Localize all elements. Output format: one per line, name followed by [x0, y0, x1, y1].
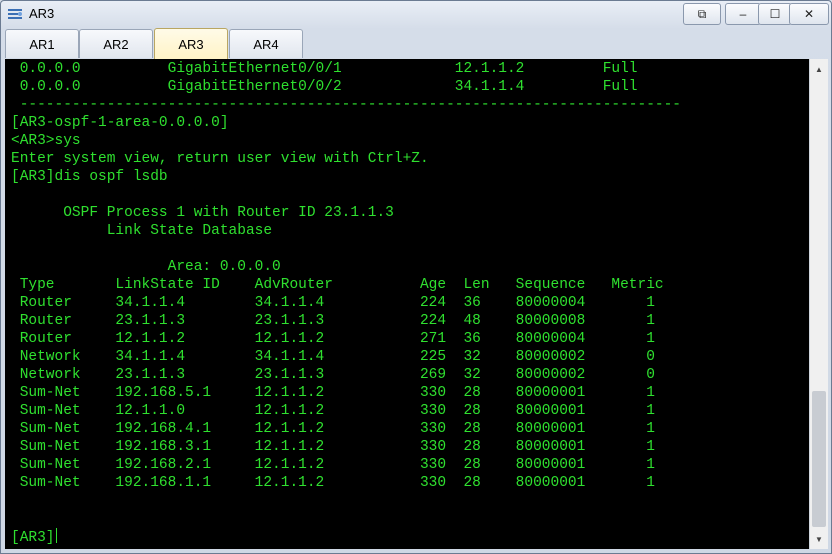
scroll-up-icon[interactable]: ▲: [812, 62, 826, 76]
vertical-scrollbar[interactable]: ▲ ▼: [809, 59, 828, 549]
tab-ar4[interactable]: AR4: [229, 29, 303, 58]
tab-ar3[interactable]: AR3: [154, 28, 228, 59]
restore-window-button[interactable]: ⧉: [683, 3, 721, 25]
scroll-thumb[interactable]: [812, 391, 826, 527]
scroll-down-icon[interactable]: ▼: [812, 532, 826, 546]
device-tab-bar: AR1 AR2 AR3 AR4: [5, 28, 827, 59]
terminal-line: Network 34.1.1.4 34.1.1.4 225 32 8000000…: [11, 349, 655, 365]
terminal-line: [AR3-ospf-1-area-0.0.0.0]: [11, 115, 229, 131]
terminal-line: Network 23.1.1.3 23.1.1.3 269 32 8000000…: [11, 367, 655, 383]
maximize-button[interactable]: ☐: [758, 3, 792, 25]
terminal-line: Sum-Net 12.1.1.0 12.1.1.2 330 28 8000000…: [11, 403, 655, 419]
title-bar[interactable]: AR3 ⧉ – ☐ ✕: [1, 1, 831, 27]
terminal-console[interactable]: 0.0.0.0 GigabitEthernet0/0/1 12.1.1.2 Fu…: [5, 59, 809, 549]
terminal-line: Sum-Net 192.168.2.1 12.1.1.2 330 28 8000…: [11, 457, 655, 473]
terminal-line: Sum-Net 192.168.1.1 12.1.1.2 330 28 8000…: [11, 475, 655, 491]
text-cursor: [55, 528, 57, 543]
terminal-line: ----------------------------------------…: [11, 97, 682, 113]
terminal-line: Router 34.1.1.4 34.1.1.4 224 36 80000004…: [11, 295, 655, 311]
window-title: AR3: [29, 6, 55, 21]
terminal-line: Enter system view, return user view with…: [11, 151, 429, 167]
terminal-line: Area: 0.0.0.0: [11, 259, 281, 275]
terminal-line: Sum-Net 192.168.4.1 12.1.1.2 330 28 8000…: [11, 421, 655, 437]
terminal-line: <AR3>sys: [11, 133, 81, 149]
terminal-prompt-line[interactable]: [AR3]: [11, 528, 57, 547]
terminal-line: Sum-Net 192.168.5.1 12.1.1.2 330 28 8000…: [11, 385, 655, 401]
terminal-line: Sum-Net 192.168.3.1 12.1.1.2 330 28 8000…: [11, 439, 655, 455]
terminal-line: Router 23.1.1.3 23.1.1.3 224 48 80000008…: [11, 313, 655, 329]
terminal-line: 0.0.0.0 GigabitEthernet0/0/1 12.1.1.2 Fu…: [11, 61, 638, 77]
terminal-line: Link State Database: [11, 223, 273, 239]
app-icon: [8, 9, 22, 19]
app-window: AR3 ⧉ – ☐ ✕ AR1 AR2 AR3 AR4 0.0.0.0 Giga…: [0, 0, 832, 554]
minimize-button[interactable]: –: [725, 3, 761, 25]
tab-ar1[interactable]: AR1: [5, 29, 79, 58]
close-button[interactable]: ✕: [789, 3, 829, 25]
terminal-line: Type LinkState ID AdvRouter Age Len Sequ…: [11, 277, 664, 293]
tab-ar2[interactable]: AR2: [79, 29, 153, 58]
terminal-line: 0.0.0.0 GigabitEthernet0/0/2 34.1.1.4 Fu…: [11, 79, 638, 95]
terminal-line: [AR3]dis ospf lsdb: [11, 169, 168, 185]
terminal-line: OSPF Process 1 with Router ID 23.1.1.3: [11, 205, 394, 221]
terminal-line: Router 12.1.1.2 12.1.1.2 271 36 80000004…: [11, 331, 655, 347]
terminal-prompt: [AR3]: [11, 530, 55, 546]
